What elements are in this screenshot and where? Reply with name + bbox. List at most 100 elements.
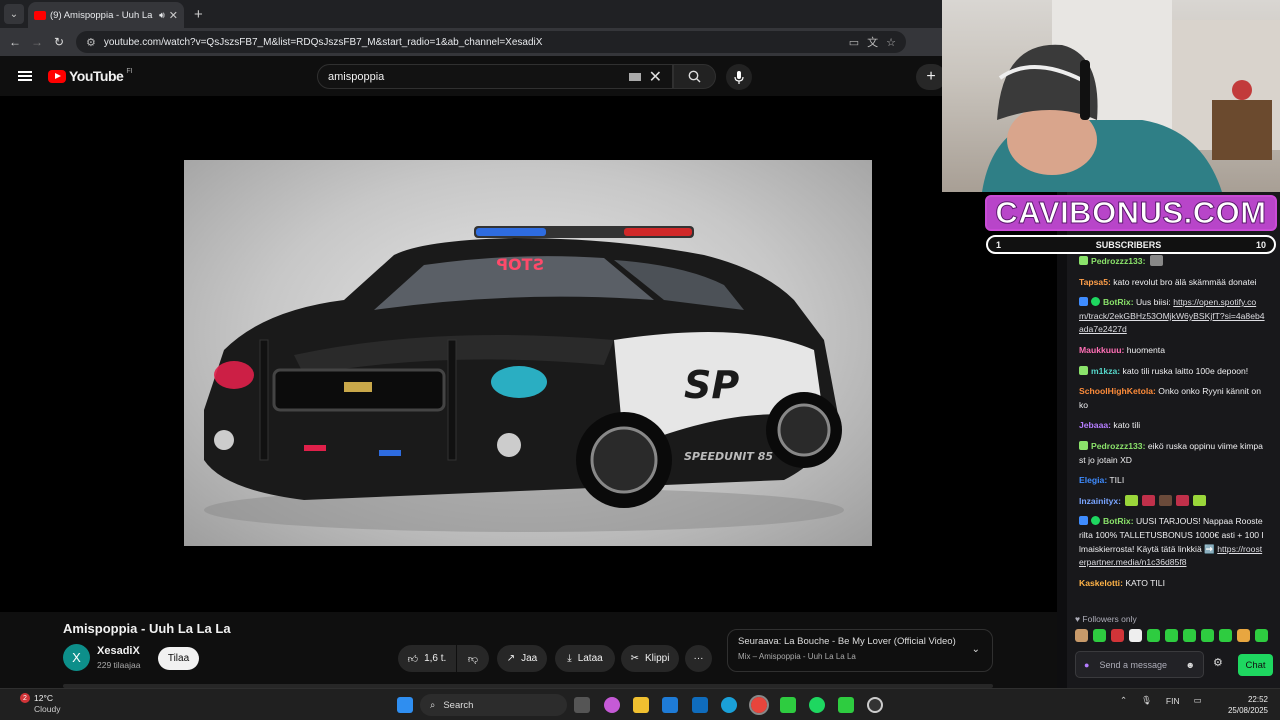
chat-text: kato revolut bro älä skämmää donatei (1113, 276, 1257, 287)
emote-icon[interactable] (1219, 629, 1232, 642)
up-next-title[interactable]: La Bouche - Be My Lover (Official Video) (784, 636, 956, 647)
chat-username[interactable]: Jebaaa: (1079, 420, 1111, 430)
emote-icon[interactable] (1075, 629, 1088, 642)
emote-icon[interactable] (1165, 629, 1178, 642)
store-icon[interactable] (662, 697, 678, 713)
emote-icon (1159, 494, 1173, 506)
search-input[interactable]: amispoppia ✕ (317, 64, 673, 89)
obs-icon[interactable] (867, 697, 883, 713)
menu-hamburger-icon[interactable] (18, 71, 32, 81)
emote-icon[interactable] (1237, 629, 1250, 642)
outlook-icon[interactable] (692, 697, 708, 713)
emote-icon[interactable] (1129, 629, 1142, 642)
task-view-icon[interactable] (574, 697, 590, 713)
chat-username[interactable]: Maukkuuu: (1079, 345, 1124, 355)
kick-icon[interactable] (780, 697, 796, 713)
emote-icon[interactable] (1183, 629, 1196, 642)
install-app-icon[interactable]: ▭ (849, 36, 859, 49)
share-button[interactable]: ↗ Jaa (497, 645, 547, 672)
url-text[interactable]: youtube.com/watch?v=QsJszsFB7_M&list=RDQ… (104, 37, 841, 48)
windows-start-icon[interactable] (397, 697, 413, 713)
chevron-down-icon[interactable]: ⌄ (972, 644, 980, 655)
emote-icon[interactable] (1147, 629, 1160, 642)
app-icon[interactable] (838, 697, 854, 713)
tab-close-icon[interactable]: ✕ (169, 9, 178, 22)
address-bar[interactable]: ⚙ youtube.com/watch?v=QsJszsFB7_M&list=R… (76, 31, 906, 53)
like-button[interactable]: 👍︎ 1,6 t. (398, 645, 456, 672)
emote-icon[interactable] (1255, 629, 1268, 642)
channel-avatar[interactable]: X (63, 644, 90, 671)
forward-arrow-icon[interactable]: → (26, 35, 48, 49)
back-arrow-icon[interactable]: ← (4, 35, 26, 49)
chrome-icon[interactable] (749, 695, 769, 715)
more-actions-button[interactable]: ··· (685, 645, 712, 672)
channel-name[interactable]: XesadiX (97, 645, 140, 657)
chevron-up-icon[interactable]: ⌃ (1120, 695, 1127, 706)
chat-username[interactable]: Inzainityx: (1079, 496, 1121, 506)
goal-end: 10 (1255, 239, 1266, 250)
language-indicator[interactable]: FIN (1166, 696, 1180, 706)
microphone-icon[interactable]: ● (1084, 660, 1089, 670)
youtube-logo[interactable]: YouTube FI (48, 68, 133, 84)
chat-username[interactable]: m1kza: (1091, 366, 1120, 376)
chat-scrollbar[interactable] (1057, 192, 1067, 688)
chat-username[interactable]: BotRix: (1103, 516, 1134, 526)
chat-username[interactable]: Pedrozzz133: (1091, 441, 1145, 451)
chat-username[interactable]: Kaskelotti: (1079, 578, 1123, 588)
taskbar-search-label: Search (443, 699, 474, 711)
edge-icon[interactable] (721, 697, 737, 713)
spotify-icon[interactable] (809, 697, 825, 713)
copilot-icon[interactable] (604, 697, 620, 713)
browser-toolbar: ← → ↻ ⚙ youtube.com/watch?v=QsJszsFB7_M&… (0, 28, 942, 56)
chat-username[interactable]: Tapsa5: (1079, 277, 1111, 287)
system-tray: ⌃ 🎙︎ FIN ▭ (1120, 695, 1202, 706)
chat-username[interactable]: SchoolHighKetola: (1079, 386, 1156, 396)
chat-message: Pedrozzz133: (1079, 255, 1265, 269)
video-frame[interactable]: STOP SP SPEEDUNIT 85 (184, 160, 872, 546)
download-icon: ⤓ (567, 653, 572, 664)
translate-icon[interactable]: 文 (867, 34, 878, 50)
tab-search-button[interactable]: ⌄ (4, 4, 24, 24)
chat-message: Maukkuuu: huomenta (1079, 344, 1265, 358)
chat-username[interactable]: BotRix: (1103, 297, 1134, 307)
emote-icon[interactable] (1111, 629, 1124, 642)
bot-badge-icon (1079, 297, 1088, 307)
browser-tab[interactable]: (9) Amispoppia - Uuh La La 🔊︎ ✕ (28, 2, 184, 28)
chat-message: Jebaaa: kato tili (1079, 419, 1265, 433)
sub-badge-icon (1079, 440, 1088, 450)
subscribe-button[interactable]: Tilaa (158, 647, 199, 670)
search-button[interactable] (673, 64, 716, 89)
chat-username[interactable]: Pedrozzz133: (1091, 256, 1145, 266)
keyboard-icon[interactable] (628, 72, 641, 81)
download-button[interactable]: ⤓ Lataa (555, 645, 615, 672)
file-explorer-icon[interactable] (633, 697, 649, 713)
bookmark-star-icon[interactable]: ☆ (886, 36, 896, 49)
emoji-icon[interactable]: ☻ (1186, 660, 1195, 670)
side-decal-text: SPEEDUNIT 85 (684, 450, 773, 463)
voice-search-button[interactable] (726, 64, 752, 90)
clear-search-icon[interactable]: ✕ (649, 67, 662, 87)
emote-icon[interactable] (1093, 629, 1106, 642)
dislike-button[interactable]: 👎︎ (457, 645, 489, 672)
search-query[interactable]: amispoppia (328, 71, 629, 83)
up-next-panel[interactable]: Seuraava: La Bouche - Be My Lover (Offic… (727, 629, 993, 672)
network-icon[interactable]: ▭ (1194, 695, 1202, 706)
thumbs-down-icon: 👎︎ (467, 653, 479, 665)
taskbar-search[interactable]: ⌕ Search (420, 694, 567, 716)
weather-widget[interactable]: 2 12°C Cloudy (18, 693, 60, 715)
bot-badge-icon (1079, 516, 1088, 526)
reload-icon[interactable]: ↻ (48, 35, 70, 49)
chat-send-button[interactable]: Chat (1238, 654, 1273, 676)
clip-button[interactable]: ✂ Klippi (621, 645, 679, 672)
chat-settings-gear-icon[interactable]: ⚙ (1213, 656, 1223, 669)
chat-message-input[interactable]: ● Send a message ☻ (1075, 651, 1204, 678)
new-tab-button[interactable]: + (194, 6, 203, 23)
taskbar-clock[interactable]: 22:52 25/08/2025 (1228, 694, 1268, 716)
chat-username[interactable]: Elegia: (1079, 475, 1107, 485)
audio-playing-icon[interactable]: 🔊︎ (159, 10, 165, 21)
country-code: FI (126, 67, 133, 75)
emote-icon[interactable] (1201, 629, 1214, 642)
chat-message: SchoolHighKetola: Onko onko Ryyni kännit… (1079, 385, 1265, 412)
microphone-icon[interactable]: 🎙︎ (1141, 695, 1152, 706)
site-info-icon[interactable]: ⚙ (86, 36, 96, 49)
